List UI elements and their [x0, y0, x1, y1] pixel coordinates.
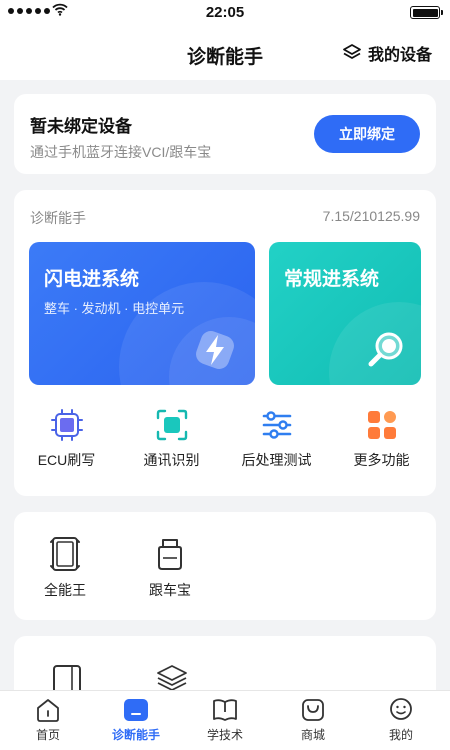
scan-icon: [156, 409, 187, 441]
bind-card-subtitle: 通过手机蓝牙连接VCI/跟车宝: [30, 144, 212, 160]
func-post-treatment-test[interactable]: 后处理测试: [224, 408, 329, 470]
flash-system-subtitle: 整车 · 发动机 · 电控单元: [44, 301, 185, 316]
tool-genchebao[interactable]: 跟车宝: [130, 536, 210, 600]
my-device-button[interactable]: 我的设备: [342, 41, 432, 65]
sliders-icon: [262, 411, 291, 439]
status-time: 22:05: [205, 4, 245, 21]
tab-learn-label: 学技术: [206, 728, 243, 742]
func-post-treatment-test-label: 后处理测试: [241, 452, 312, 468]
tab-bar: 首页 诊断能手 学技术 商城 我的: [0, 690, 450, 750]
tab-diagnose-label: 诊断能手: [111, 728, 160, 742]
my-device-label: 我的设备: [367, 47, 432, 64]
tab-home-label: 首页: [35, 728, 60, 742]
bind-now-button[interactable]: 立即绑定: [314, 115, 420, 153]
tab-mall-label: 商城: [300, 728, 325, 742]
diagnosis-version: 7.15/210125.99: [322, 208, 420, 224]
nav-bar: 诊断能手 我的设备: [0, 26, 450, 80]
tab-mine-label: 我的: [388, 728, 413, 742]
diagnosis-app-name: 诊断能手: [30, 210, 86, 226]
function-row: ECU刷写 通讯识别 后处理测试 更多功能: [14, 408, 436, 480]
book-icon: [213, 699, 237, 721]
tab-diagnose[interactable]: 诊断能手: [91, 697, 181, 743]
chip-icon: [50, 409, 83, 441]
tab-learn[interactable]: 学技术: [180, 697, 270, 743]
func-comm-identify-label: 通讯识别: [143, 452, 200, 468]
tool-quanneng-wang[interactable]: 全能王: [25, 536, 105, 600]
shop-bag-icon: [302, 699, 324, 721]
func-ecu-flash[interactable]: ECU刷写: [14, 408, 119, 470]
lightning-icon: [196, 331, 234, 369]
tab-mall[interactable]: 商城: [268, 697, 358, 743]
diagnosis-card: 诊断能手 7.15/210125.99 闪电进系统 整车 · 发动机 · 电控单…: [14, 190, 436, 496]
flash-system-title: 闪电进系统: [44, 269, 140, 290]
layers-icon: [343, 44, 361, 59]
tablet-icon: [50, 537, 80, 571]
flash-system-tile[interactable]: 闪电进系统 整车 · 发动机 · 电控单元: [29, 242, 255, 385]
tab-home[interactable]: 首页: [3, 697, 93, 743]
status-bar: 22:05: [0, 0, 450, 26]
battery-icon: [410, 6, 443, 19]
normal-system-tile[interactable]: 常规进系统: [269, 242, 421, 385]
home-icon: [37, 699, 59, 722]
diagnose-icon: [124, 699, 148, 721]
func-more-label: 更多功能: [353, 452, 410, 468]
magnifier-icon: [368, 332, 403, 367]
func-more[interactable]: 更多功能: [329, 408, 434, 470]
tools-card: 全能王 跟车宝: [14, 512, 436, 620]
grid-icon: [367, 411, 396, 439]
func-comm-identify[interactable]: 通讯识别: [119, 408, 224, 470]
obd-icon: [158, 539, 182, 570]
bind-card-title: 暂未绑定设备: [30, 117, 132, 136]
tool-quanneng-wang-label: 全能王: [44, 582, 86, 598]
profile-icon: [390, 698, 412, 720]
bind-device-card: 暂未绑定设备 通过手机蓝牙连接VCI/跟车宝 立即绑定: [14, 94, 436, 174]
normal-system-title: 常规进系统: [284, 269, 380, 290]
tab-mine[interactable]: 我的: [356, 697, 446, 743]
tool-genchebao-label: 跟车宝: [149, 582, 191, 598]
func-ecu-flash-label: ECU刷写: [37, 452, 96, 468]
